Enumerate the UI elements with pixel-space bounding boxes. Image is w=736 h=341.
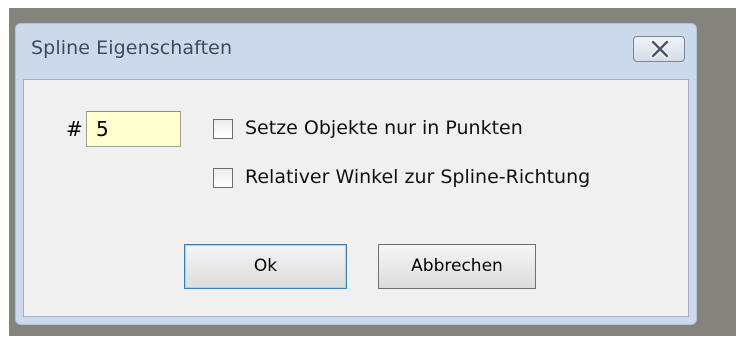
count-label: #	[66, 117, 83, 141]
count-input[interactable]	[86, 111, 181, 147]
relative-angle-label: Relativer Winkel zur Spline-Richtung	[245, 166, 591, 188]
points-only-label: Setze Objekte nur in Punkten	[245, 117, 523, 139]
spline-properties-dialog: Spline Eigenschaften # Setze Objekte nur…	[14, 22, 698, 326]
dialog-body: # Setze Objekte nur in Punkten Relativer…	[23, 79, 689, 317]
close-button[interactable]	[633, 36, 685, 62]
cancel-button[interactable]: Abbrechen	[378, 244, 536, 289]
ok-button[interactable]: Ok	[184, 244, 347, 289]
relative-angle-checkbox[interactable]	[213, 168, 233, 188]
close-x-icon	[650, 40, 670, 58]
title-bar[interactable]: Spline Eigenschaften	[15, 23, 697, 79]
desktop-edge-left	[0, 0, 9, 341]
dialog-title: Spline Eigenschaften	[31, 37, 233, 59]
desktop-edge-top	[0, 0, 736, 8]
desktop-edge-bottom	[0, 336, 736, 341]
points-only-checkbox[interactable]	[213, 119, 233, 139]
